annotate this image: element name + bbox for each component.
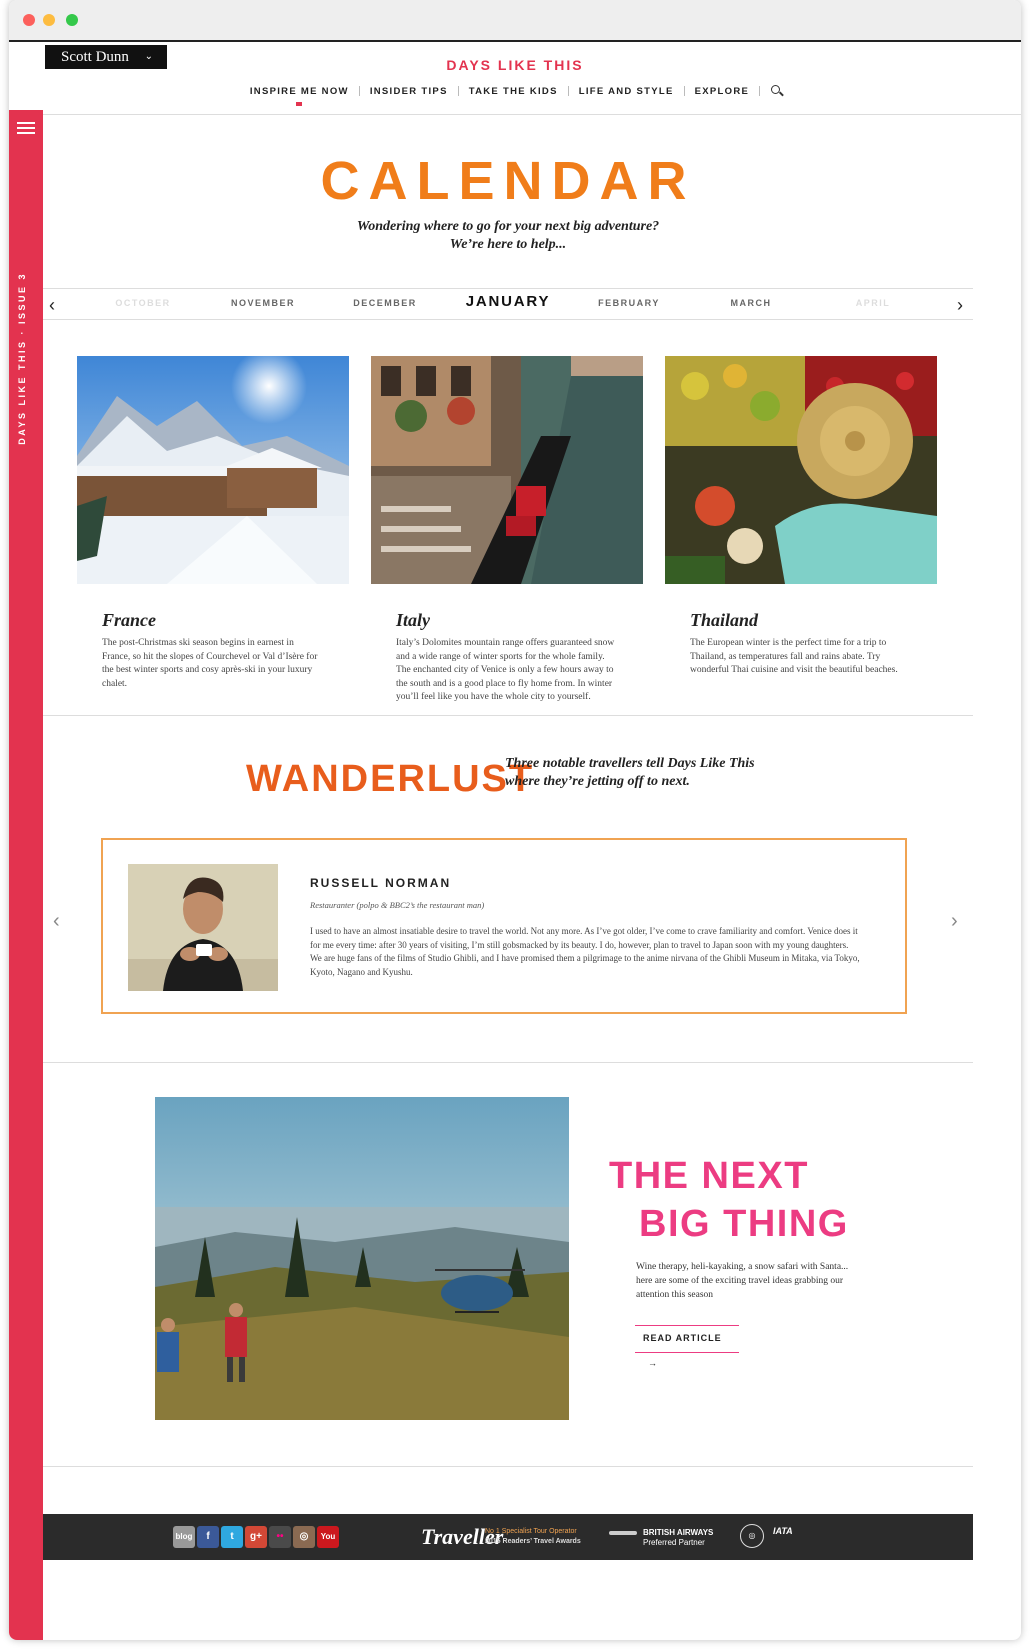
award-text: No 1 Specialist Tour Operator 2015 Reade… (485, 1527, 581, 1547)
read-article-label: READ ARTICLE (643, 1333, 722, 1343)
traveller-role: Restauranter (polpo & BBC2’s the restaur… (310, 900, 485, 910)
month-april[interactable]: APRIL (823, 298, 923, 308)
thailand-title[interactable]: Thailand (690, 610, 937, 631)
section-divider (43, 715, 973, 716)
traveller-name: RUSSELL NORMAN (310, 876, 452, 890)
iata-logo: IATA (773, 1526, 793, 1536)
wanderlust-next-arrow[interactable]: › (951, 910, 958, 933)
france-title[interactable]: France (102, 610, 349, 631)
british-airways-badge: BRITISH AIRWAYS Preferred Partner (609, 1528, 713, 1548)
blog-icon[interactable]: blog (173, 1526, 195, 1548)
france-description: The post-Christmas ski season begins in … (102, 638, 318, 689)
youtube-icon[interactable]: You (317, 1526, 339, 1548)
helicopter-hike-image[interactable] (155, 1097, 569, 1420)
month-prev-arrow[interactable]: ‹ (49, 295, 55, 316)
wanderlust-prev-arrow[interactable]: ‹ (53, 910, 60, 933)
wanderlust-subtitle: Three notable travellers tell Days Like … (505, 755, 805, 791)
calendar-subtitle-line: We’re here to help... (449, 237, 567, 252)
main-content: CALENDAR Wondering where to go for your … (43, 110, 1021, 1640)
calendar-subtitle-line: Wondering where to go for your next big … (356, 219, 660, 234)
site-footer: blog f t g+ •• ◎ You Traveller No 1 Spec… (43, 1514, 973, 1560)
ba-subtitle: Preferred Partner (643, 1538, 705, 1547)
month-selector: ‹ OCTOBER NOVEMBER DECEMBER JANUARY FEBR… (43, 288, 973, 320)
flickr-icon[interactable]: •• (269, 1526, 291, 1548)
browser-chrome (9, 0, 1021, 42)
nav-take-the-kids[interactable]: TAKE THE KIDS (459, 86, 568, 97)
search-icon[interactable] (768, 84, 790, 98)
month-november[interactable]: NOVEMBER (213, 298, 313, 308)
main-nav: INSPIRE ME NOW INSIDER TIPS TAKE THE KID… (9, 84, 1021, 106)
section-divider (43, 1062, 973, 1063)
nav-insider-tips[interactable]: INSIDER TIPS (360, 86, 458, 97)
traveller-portrait (128, 864, 278, 991)
nav-inspire-me-now[interactable]: INSPIRE ME NOW (240, 86, 359, 106)
site-header: Scott Dunn ⌄ DAYS LIKE THIS INSPIRE ME N… (9, 43, 1021, 115)
nav-divider (759, 86, 761, 96)
destination-card-france[interactable]: France The post-Christmas ski season beg… (77, 356, 349, 691)
next-big-thing-description: Wine therapy, heli-kayaking, a snow safa… (636, 1262, 849, 1300)
month-march[interactable]: MARCH (701, 298, 801, 308)
atol-icon: ◎ (740, 1524, 764, 1548)
wanderlust-subtitle-line: where they’re jetting off to next. (505, 774, 690, 789)
browser-window: Scott Dunn ⌄ DAYS LIKE THIS INSPIRE ME N… (9, 0, 1021, 1640)
next-big-thing-title: THE NEXT BIG THING (609, 1152, 849, 1248)
france-ski-resort-image[interactable] (77, 356, 349, 584)
destination-card-thailand[interactable]: Thailand The European winter is the perf… (665, 356, 937, 678)
issue-sidebar: DAYS LIKE THIS · ISSUE 3 (9, 110, 43, 1640)
wanderlust-title: WANDERLUST (246, 758, 535, 800)
hamburger-menu-icon[interactable] (17, 122, 35, 135)
nav-life-and-style[interactable]: LIFE AND STYLE (569, 86, 684, 97)
sidebar-issue-label: DAYS LIKE THIS · ISSUE 3 (17, 272, 27, 445)
minimize-window-button[interactable] (43, 14, 55, 26)
thailand-description: The European winter is the perfect time … (690, 638, 898, 675)
award-line: 2015 Readers’ Travel Awards (485, 1538, 581, 1545)
italy-title[interactable]: Italy (396, 610, 643, 631)
next-big-thing-title-line: BIG THING (639, 1203, 849, 1245)
thailand-market-image[interactable] (665, 356, 937, 584)
traveller-quote: I used to have an almost insatiable desi… (310, 926, 860, 977)
month-october[interactable]: OCTOBER (93, 298, 193, 308)
italy-description: Italy’s Dolomites mountain range offers … (396, 638, 615, 702)
maximize-window-button[interactable] (66, 14, 78, 26)
nav-explore[interactable]: EXPLORE (685, 86, 760, 97)
calendar-subtitle: Wondering where to go for your next big … (43, 218, 973, 254)
close-window-button[interactable] (23, 14, 35, 26)
instagram-icon[interactable]: ◎ (293, 1526, 315, 1548)
section-divider (43, 1466, 973, 1467)
googleplus-icon[interactable]: g+ (245, 1526, 267, 1548)
facebook-icon[interactable]: f (197, 1526, 219, 1548)
arrow-right-icon: → (648, 1358, 658, 1368)
month-december[interactable]: DECEMBER (335, 298, 435, 308)
destination-card-italy[interactable]: Italy Italy’s Dolomites mountain range o… (371, 356, 643, 705)
ba-swoosh-icon (609, 1530, 637, 1535)
next-big-thing-title-line: THE NEXT (609, 1155, 809, 1197)
wanderlust-subtitle-line: Three notable travellers tell Days Like … (505, 756, 755, 771)
month-january[interactable]: JANUARY (458, 293, 558, 310)
masthead-title[interactable]: DAYS LIKE THIS (9, 57, 1021, 73)
traveller-quote-card: RUSSELL NORMAN Restauranter (polpo & BBC… (101, 838, 907, 1014)
award-line: No 1 Specialist Tour Operator (485, 1528, 577, 1535)
read-article-button[interactable]: READ ARTICLE → (635, 1325, 739, 1368)
ba-title: BRITISH AIRWAYS (643, 1528, 714, 1537)
twitter-icon[interactable]: t (221, 1526, 243, 1548)
month-next-arrow[interactable]: › (957, 295, 963, 316)
calendar-title: CALENDAR (320, 151, 696, 211)
month-february[interactable]: FEBRUARY (579, 298, 679, 308)
italy-venice-canal-image[interactable] (371, 356, 643, 584)
social-links: blog f t g+ •• ◎ You (173, 1526, 339, 1548)
